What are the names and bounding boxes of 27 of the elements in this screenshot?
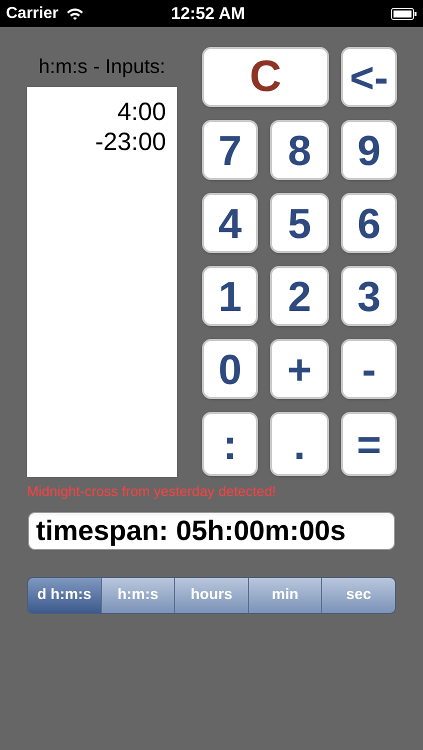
wifi-icon <box>66 6 84 20</box>
carrier-label: Carrier <box>6 4 58 24</box>
format-tab[interactable]: d h:m:s <box>28 578 101 613</box>
keypad-key[interactable]: 6 <box>341 193 397 253</box>
keypad-key[interactable]: 5 <box>270 193 329 253</box>
result-field: timespan: 05h:00m:00s <box>28 512 395 550</box>
warning-message: Midnight-cross from yesterday detected! <box>27 482 277 501</box>
keypad-key[interactable]: = <box>341 412 397 476</box>
inputs-label: h:m:s - Inputs: <box>38 55 166 80</box>
keypad-key[interactable]: 9 <box>341 120 397 180</box>
input-line: -23:00 <box>95 127 166 157</box>
input-line: 4:00 <box>117 97 166 127</box>
keypad-key[interactable]: 8 <box>270 120 329 180</box>
clock-label: 12:52 AM <box>171 2 246 25</box>
clear-button[interactable]: C <box>202 47 329 107</box>
keypad-key[interactable]: 2 <box>270 266 329 326</box>
keypad-key[interactable]: - <box>341 339 397 399</box>
keypad-key[interactable]: 7 <box>202 120 258 180</box>
keypad-key[interactable]: 1 <box>202 266 258 326</box>
keypad-key[interactable]: 4 <box>202 193 258 253</box>
keypad-key[interactable]: 0 <box>202 339 258 399</box>
keypad-key[interactable]: <- <box>341 47 397 107</box>
battery-icon <box>391 8 417 20</box>
keypad-key[interactable]: + <box>270 339 329 399</box>
keypad-key[interactable]: : <box>202 412 258 476</box>
keypad-key[interactable]: . <box>270 412 329 476</box>
keypad-key[interactable]: 3 <box>341 266 397 326</box>
